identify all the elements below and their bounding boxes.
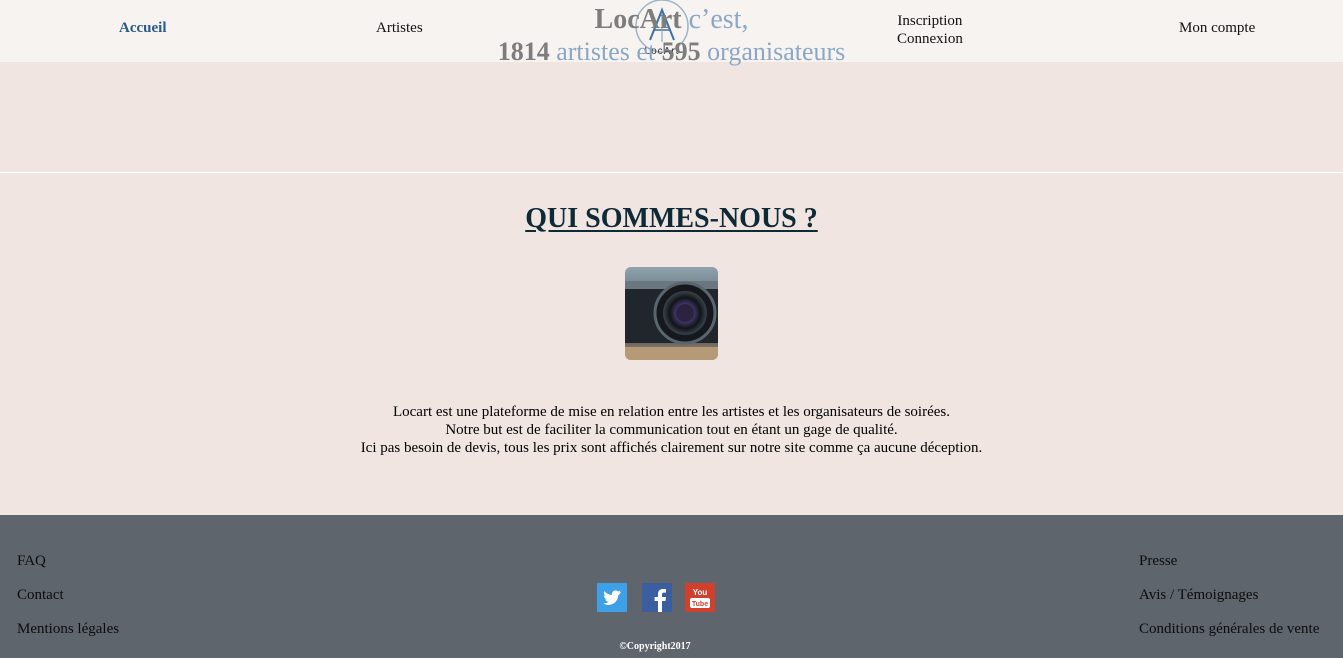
camera-photo (625, 267, 718, 360)
twitter-icon[interactable] (597, 583, 627, 612)
logo-text: LocArt (644, 46, 680, 57)
footer: FAQ Contact Mentions légales You Tube Pr… (0, 515, 1343, 658)
footer-contact-link[interactable]: Contact (17, 587, 119, 621)
nav-auth-group: Inscription Connexion (897, 12, 963, 48)
nav-login-link[interactable]: Connexion (897, 30, 963, 48)
footer-faq-link[interactable]: FAQ (17, 553, 119, 587)
nav-account-link[interactable]: Mon compte (1179, 20, 1255, 37)
about-line-1: Locart est une plateforme de mise en rel… (392, 404, 950, 420)
svg-text:You: You (693, 588, 708, 597)
facebook-icon[interactable] (642, 583, 672, 612)
nav-home-link[interactable]: Accueil (119, 20, 166, 37)
about-title: QUI SOMMES-NOUS ? (525, 203, 818, 234)
youtube-icon[interactable]: You Tube (685, 583, 715, 612)
nav-artists-link[interactable]: Artistes (376, 20, 423, 37)
svg-text:Tube: Tube (692, 601, 708, 608)
locart-logo[interactable]: LocArt (633, 0, 691, 58)
footer-reviews-link[interactable]: Avis / Témoignages (1139, 587, 1319, 621)
about-text: Locart est une plateforme de mise en rel… (0, 403, 1343, 457)
about-line-3: Ici pas besoin de devis, tous les prix s… (360, 440, 983, 456)
footer-right-links: Presse Avis / Témoignages Conditions gén… (1139, 553, 1319, 655)
footer-left-links: FAQ Contact Mentions légales (17, 553, 119, 655)
about-line-2: Notre but est de faciliter la communicat… (445, 422, 898, 438)
nav-signup-link[interactable]: Inscription (897, 12, 963, 30)
footer-press-link[interactable]: Presse (1139, 553, 1319, 587)
hero-divider (0, 172, 1343, 173)
copyright-text: ©Copyright2017 (619, 641, 691, 652)
